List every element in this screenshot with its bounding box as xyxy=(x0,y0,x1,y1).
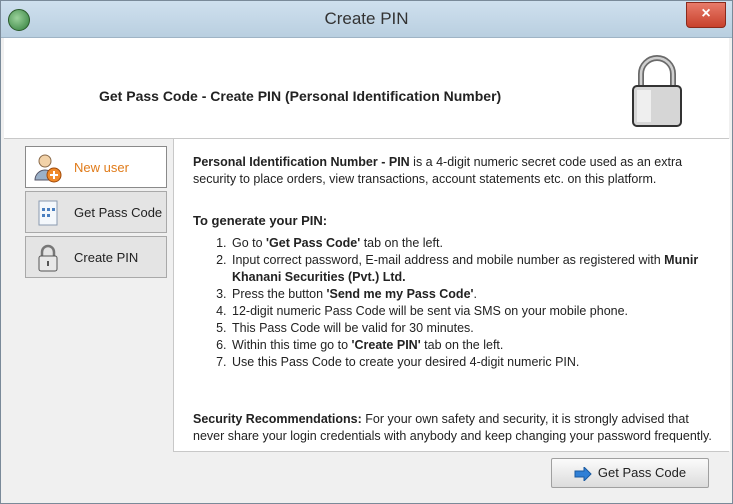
sidebar-background xyxy=(4,451,173,499)
padlock-icon xyxy=(632,55,682,127)
step-text-after: tab on the left. xyxy=(420,338,504,352)
get-pass-code-button[interactable]: Get Pass Code xyxy=(551,458,709,488)
step-text: Input correct password, E-mail address a… xyxy=(232,253,665,267)
window-title: Create PIN xyxy=(324,9,409,28)
step-text-after: tab on the left. xyxy=(360,236,443,250)
sidebar-item-new-user[interactable]: New user xyxy=(25,146,167,188)
list-item: Within this time go to 'Create PIN' tab … xyxy=(230,337,733,354)
passcode-icon xyxy=(38,200,58,226)
step-text: Use this Pass Code to create your desire… xyxy=(232,355,580,369)
list-item: Input correct password, E-mail address a… xyxy=(230,252,733,286)
sidebar-item-label: Create PIN xyxy=(74,250,139,265)
list-item: This Pass Code will be valid for 30 minu… xyxy=(230,320,733,337)
content-panel: Personal Identification Number - PIN is … xyxy=(173,139,730,451)
steps-list: Go to 'Get Pass Code' tab on the left. I… xyxy=(207,235,733,371)
footer-bar: Get Pass Code xyxy=(173,451,729,500)
step-text: This Pass Code will be valid for 30 minu… xyxy=(232,321,474,335)
security-recommendations: Security Recommendations: For your own s… xyxy=(193,411,723,445)
user-add-icon xyxy=(34,154,62,183)
page-title: Get Pass Code - Create PIN (Personal Ide… xyxy=(99,88,502,104)
step-bold: 'Get Pass Code' xyxy=(266,236,361,250)
header-banner: Get Pass Code - Create PIN (Personal Ide… xyxy=(4,38,729,139)
step-text: Within this time go to xyxy=(232,338,352,352)
step-bold: 'Send me my Pass Code' xyxy=(326,287,474,301)
arrow-right-icon xyxy=(574,466,592,481)
step-text-after: . xyxy=(473,287,477,301)
sidebar-item-label: New user xyxy=(74,160,129,175)
step-bold: 'Create PIN' xyxy=(351,338,421,352)
sidebar-item-label: Get Pass Code xyxy=(74,205,163,220)
sidebar-item-create-pin[interactable]: Create PIN xyxy=(25,236,167,278)
title-bar[interactable]: Create PIN × xyxy=(1,1,732,38)
sidebar: New user Get Pass Code Create PIN xyxy=(25,146,167,286)
create-pin-window: Create PIN × Get Pass Code - Create PIN … xyxy=(0,0,733,504)
intro-text: Personal Identification Number - PIN is … xyxy=(193,154,723,188)
step-text: Press the button xyxy=(232,287,327,301)
list-item: 12-digit numeric Pass Code will be sent … xyxy=(230,303,733,320)
step-text: Go to xyxy=(232,236,267,250)
step-text: 12-digit numeric Pass Code will be sent … xyxy=(232,304,629,318)
close-button[interactable]: × xyxy=(686,2,726,28)
list-item: Use this Pass Code to create your desire… xyxy=(230,354,733,371)
list-item: Go to 'Get Pass Code' tab on the left. xyxy=(230,235,733,252)
button-label: Get Pass Code xyxy=(597,465,687,480)
sidebar-item-get-pass-code[interactable]: Get Pass Code xyxy=(25,191,167,233)
lock-small-icon xyxy=(38,244,58,272)
intro-bold: Personal Identification Number - PIN xyxy=(193,155,410,169)
security-bold: Security Recommendations: xyxy=(193,412,362,426)
list-item: Press the button 'Send me my Pass Code'. xyxy=(230,286,733,303)
section-heading: To generate your PIN: xyxy=(193,213,328,228)
